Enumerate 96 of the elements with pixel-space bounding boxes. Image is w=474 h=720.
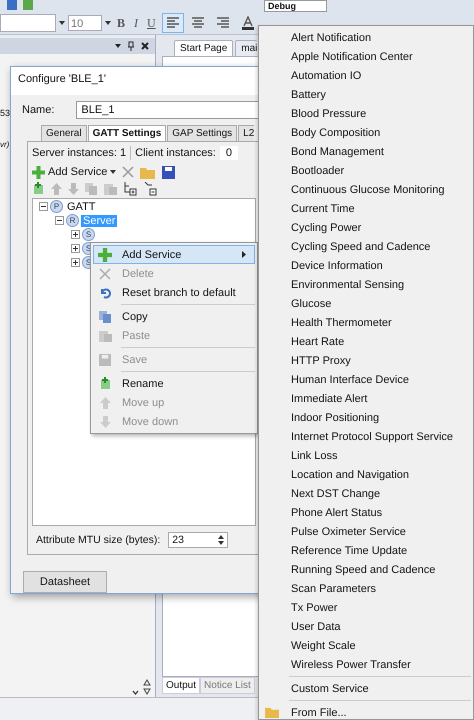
menu-item[interactable]: Human Interface Device: [261, 370, 471, 389]
menu-item[interactable]: Cycling Power: [261, 218, 471, 237]
panel-text: vr): [0, 140, 10, 149]
menu-item[interactable]: Current Time: [261, 199, 471, 218]
menu-item[interactable]: Scan Parameters: [261, 579, 471, 598]
menu-item[interactable]: Internet Protocol Support Service: [261, 427, 471, 446]
plus-icon: [32, 166, 45, 179]
menu-item[interactable]: Health Thermometer: [261, 313, 471, 332]
align-left-icon[interactable]: [162, 13, 184, 33]
menu-item[interactable]: Alert Notification: [261, 28, 471, 47]
copy-icon: [98, 310, 112, 322]
menu-item[interactable]: Cycling Speed and Cadence: [261, 237, 471, 256]
menu-item[interactable]: Pulse Oximeter Service: [261, 522, 471, 541]
menu-item[interactable]: Wireless Power Transfer: [261, 655, 471, 674]
format-button[interactable]: I: [131, 16, 142, 30]
menu-item[interactable]: Link Loss: [261, 446, 471, 465]
tab[interactable]: GATT Settings: [88, 124, 166, 141]
paste-icon: [98, 330, 112, 342]
expand-icon[interactable]: [71, 244, 80, 254]
menu-item[interactable]: Running Speed and Cadence: [261, 560, 471, 579]
panel-tab[interactable]: Output: [162, 677, 200, 694]
collapse-tree-icon[interactable]: [143, 182, 157, 196]
node-badge: R: [66, 214, 79, 228]
arrow-up-icon: [100, 396, 110, 408]
menu-item[interactable]: Weight Scale: [261, 636, 471, 655]
editor-tab[interactable]: mai: [235, 40, 258, 56]
panel-tab[interactable]: Notice List: [200, 677, 255, 694]
node-badge: P: [50, 200, 63, 214]
caret-icon[interactable]: [59, 21, 65, 25]
menu-item[interactable]: Apple Notification Center: [261, 47, 471, 66]
menu-item[interactable]: Indoor Positioning: [261, 408, 471, 427]
menu-item[interactable]: Continuous Glucose Monitoring: [261, 180, 471, 199]
caret-icon[interactable]: [105, 21, 111, 25]
save-icon: [99, 354, 111, 366]
caret-icon[interactable]: [115, 44, 121, 48]
collapse-icon[interactable]: [39, 202, 48, 212]
arrow-down-icon: [100, 416, 110, 428]
editor-tab[interactable]: Start Page: [174, 40, 234, 56]
delete-icon: [99, 268, 111, 280]
panel-text: 53: [0, 108, 10, 118]
expand-tree-icon[interactable]: [123, 182, 137, 196]
submenu-arrow-icon: [242, 251, 246, 258]
menu-item[interactable]: User Data: [261, 617, 471, 636]
collapse-icon[interactable]: [55, 216, 64, 226]
expand-icon[interactable]: [71, 230, 80, 240]
menu-item[interactable]: Environmental Sensing: [261, 275, 471, 294]
field-label: Attribute MTU size (bytes):: [36, 534, 160, 546]
format-button[interactable]: U: [144, 16, 159, 30]
format-button[interactable]: B: [114, 16, 128, 30]
menu-item[interactable]: Copy: [93, 307, 255, 326]
spinner-arrows-icon[interactable]: [218, 535, 224, 546]
caret-icon: [110, 170, 116, 174]
folder-icon: [265, 706, 280, 718]
pin-icon[interactable]: [127, 41, 135, 51]
datasheet-button[interactable]: Datasheet: [23, 571, 107, 593]
field-label: Name:: [22, 104, 54, 116]
menu-item[interactable]: Body Composition: [261, 123, 471, 142]
tab[interactable]: General: [41, 124, 87, 141]
configuration-dropdown[interactable]: Debug: [264, 0, 327, 12]
undo-icon: [99, 286, 111, 298]
menu-item[interactable]: HTTP Proxy: [261, 351, 471, 370]
menu-item[interactable]: Rename: [93, 374, 255, 393]
menu-item[interactable]: Heart Rate: [261, 332, 471, 351]
server-instances-label: Server instances: 1: [32, 146, 126, 159]
menu-item[interactable]: Glucose: [261, 294, 471, 313]
tab[interactable]: GAP Settings: [167, 124, 238, 141]
plus-icon: [98, 248, 112, 262]
menu-item[interactable]: Next DST Change: [261, 484, 471, 503]
menu-item[interactable]: Bootloader: [261, 161, 471, 180]
rename-icon[interactable]: [32, 182, 45, 196]
chevron-down-icon[interactable]: [132, 690, 139, 695]
node-badge: S: [82, 228, 95, 242]
menu-item[interactable]: Phone Alert Status: [261, 503, 471, 522]
close-icon[interactable]: [141, 42, 149, 50]
menu-item[interactable]: Device Information: [261, 256, 471, 275]
menu-item[interactable]: Tx Power: [261, 598, 471, 617]
client-instances-label: Client instances:: [135, 146, 216, 159]
expand-icon[interactable]: [71, 258, 80, 268]
client-instances-field[interactable]: 0: [220, 146, 238, 160]
menu-item[interactable]: Immediate Alert: [261, 389, 471, 408]
save-icon[interactable]: [162, 166, 176, 179]
mtu-spinner[interactable]: 23: [168, 532, 228, 548]
menu-item[interactable]: From File...: [261, 703, 471, 720]
menu-item[interactable]: Reset branch to default: [93, 283, 255, 302]
font-field[interactable]: [0, 14, 56, 32]
tab[interactable]: L2: [238, 124, 254, 141]
tree-node[interactable]: GATT: [65, 200, 98, 213]
menu-item[interactable]: Custom Service: [261, 679, 471, 698]
menu-item[interactable]: Reference Time Update: [261, 541, 471, 560]
menu-item[interactable]: Add Service: [93, 245, 255, 264]
add-service-button[interactable]: Add Service: [32, 166, 116, 179]
menu-item[interactable]: Location and Navigation: [261, 465, 471, 484]
font-size-field[interactable]: 10: [68, 15, 102, 31]
scroll-arrows-icon[interactable]: [143, 679, 151, 695]
menu-item[interactable]: Bond Management: [261, 142, 471, 161]
rename-icon: [98, 377, 112, 390]
